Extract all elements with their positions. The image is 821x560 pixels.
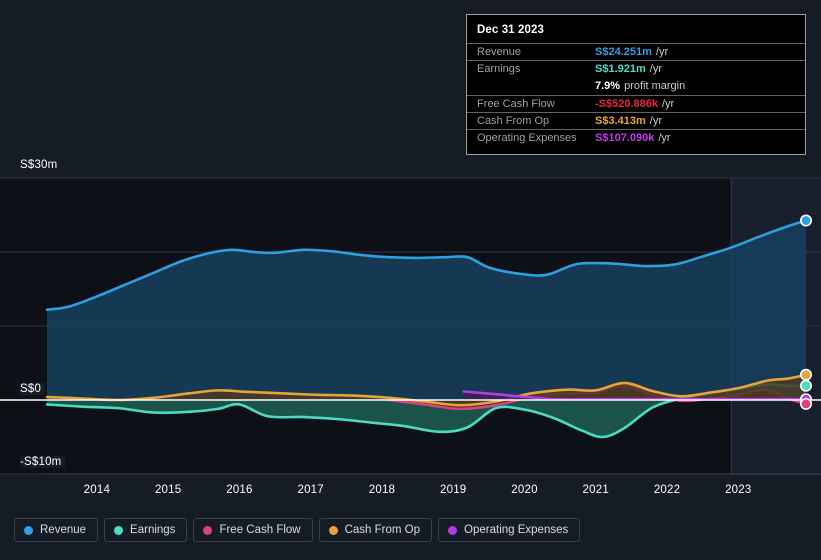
end-marker-free-cash-flow — [799, 397, 812, 410]
x-axis-tick-2015: 2015 — [154, 484, 182, 496]
tooltip-row-key: Earnings — [477, 63, 521, 76]
tooltip-row-unit: /yr — [649, 114, 662, 127]
chart-legend: Revenue Earnings Free Cash Flow Cash From O… — [14, 518, 581, 542]
financial-chart: S$30m S$0 -S$10m 2014 2015 2016 2017 2018 201… — [0, 0, 821, 560]
tooltip-row-value: -S$520.886k/yr — [595, 97, 675, 110]
legend-color-dot-icon — [114, 525, 124, 535]
end-marker-cash-from-op — [799, 368, 812, 381]
end-marker-earnings — [799, 379, 812, 392]
legend-item-label: Operating Expenses — [464, 524, 569, 536]
tooltip-row-key: Operating Expenses — [477, 132, 577, 145]
x-axis-tick-2020: 2020 — [511, 484, 538, 496]
tooltip-row-unit: /yr — [662, 97, 675, 110]
x-axis-tick-2019: 2019 — [440, 484, 467, 496]
tooltip-row-earnings: Earnings S$1.921m/yr — [467, 60, 805, 77]
tooltip-row-profit-margin: 7.9% profit margin — [467, 77, 805, 94]
x-axis-tick-2017: 2017 — [297, 484, 324, 496]
tooltip-row-value: S$107.090k/yr — [595, 132, 671, 145]
x-axis-tick-2021: 2021 — [582, 484, 609, 496]
x-axis-tick-2016: 2016 — [226, 484, 253, 496]
legend-item-label: Earnings — [130, 524, 176, 536]
legend-item-cash-from-op[interactable]: Cash From Op — [318, 518, 433, 542]
y-axis-label-top: S$30m — [20, 159, 62, 171]
tooltip-row-key: Free Cash Flow — [477, 97, 555, 110]
tooltip-row-value: 7.9% profit margin — [595, 79, 686, 92]
legend-item-revenue[interactable]: Revenue — [14, 518, 99, 542]
tooltip-row-value: S$24.251m/yr — [595, 46, 669, 59]
tooltip-row-operating-expenses: Operating Expenses S$107.090k/yr — [467, 128, 805, 146]
tooltip-row-unit: profit margin — [624, 79, 686, 92]
tooltip-row-unit: /yr — [655, 46, 669, 59]
legend-color-dot-icon — [328, 525, 338, 535]
tooltip-rows: Revenue S$24.251m/yr Earnings S$1.921m/yr 7.… — [467, 43, 805, 146]
tooltip-row-key: Cash From Op — [477, 114, 550, 127]
end-marker-revenue — [799, 214, 812, 227]
tooltip-row-value: S$3.413m/yr — [595, 114, 662, 127]
legend-color-dot-icon — [203, 525, 213, 535]
legend-color-dot-icon — [448, 525, 458, 535]
legend-item-label: Free Cash Flow — [219, 524, 301, 536]
legend-item-free-cash-flow[interactable]: Free Cash Flow — [193, 518, 313, 542]
y-axis-label-bottom: -S$10m — [20, 456, 66, 468]
tooltip-row-value: S$1.921m/yr — [595, 63, 662, 76]
tooltip-panel: Dec 31 2023 Revenue S$24.251m/yr Earnings S… — [466, 14, 806, 155]
legend-item-operating-expenses[interactable]: Operating Expenses — [438, 518, 581, 542]
tooltip-row-revenue: Revenue S$24.251m/yr — [467, 43, 805, 60]
x-axis-tick-2014: 2014 — [83, 484, 111, 496]
tooltip-row-unit: /yr — [649, 63, 662, 76]
y-axis-label-zero: S$0 — [20, 383, 46, 395]
tooltip-row-key: Revenue — [477, 46, 522, 59]
legend-item-label: Cash From Op — [344, 524, 421, 536]
legend-item-earnings[interactable]: Earnings — [104, 518, 188, 542]
legend-color-dot-icon — [24, 525, 33, 535]
x-axis-tick-2022: 2022 — [653, 484, 681, 496]
x-axis-tick-2018: 2018 — [368, 484, 396, 496]
tooltip-title: Dec 31 2023 — [477, 24, 544, 36]
x-axis-tick-2023: 2023 — [725, 484, 752, 496]
tooltip-row-unit: /yr — [658, 132, 671, 145]
tooltip-row-free-cash-flow: Free Cash Flow -S$520.886k/yr — [467, 94, 805, 112]
tooltip-row-cash-from-op: Cash From Op S$3.413m/yr — [467, 111, 805, 129]
legend-item-label: Revenue — [40, 524, 87, 536]
